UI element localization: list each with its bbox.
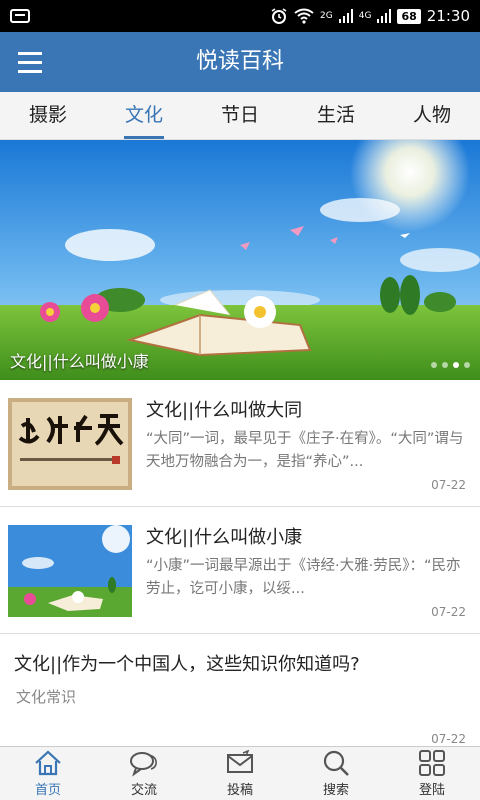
network-label-1: 2G: [320, 10, 333, 21]
nav-search[interactable]: 搜索: [288, 747, 384, 800]
carousel-indicators: [431, 362, 470, 368]
nav-home-label: 首页: [34, 783, 61, 798]
nav-search-label: 搜索: [322, 783, 349, 798]
news-date: 07-22: [431, 732, 466, 746]
tab-festival[interactable]: 节日: [192, 92, 288, 139]
nav-login-label: 登陆: [418, 783, 445, 798]
home-icon: [35, 750, 61, 776]
news-list: 文化||什么叫做大同 “大同”一词，最早见于《庄子·在宥》。“大同”谓与天地万物…: [0, 380, 480, 746]
app-title: 悦读百科: [195, 49, 284, 74]
news-summary: “大同”一词，最早见于《庄子·在宥》。“大同”谓与天地万物融合为一，是指“养心”…: [146, 431, 464, 470]
carousel-dot: [431, 362, 437, 368]
tab-culture[interactable]: 文化: [96, 92, 192, 139]
wifi-icon: [294, 8, 314, 24]
news-item[interactable]: 文化||什么叫做小康 “小康”一词最早源出于《诗经·大雅·劳民》：“民亦劳止，讫…: [0, 507, 480, 634]
news-item[interactable]: 文化||作为一个中国人，这些知识你知道吗? 文化常识 07-22: [0, 634, 480, 746]
news-title: 文化||什么叫做大同: [146, 400, 303, 421]
news-date: 07-22: [431, 605, 466, 619]
chat-icon: [130, 752, 157, 777]
battery-level: 68: [397, 8, 421, 24]
tab-photography[interactable]: 摄影: [0, 92, 96, 139]
app-header: 悦读百科: [0, 32, 480, 92]
carousel-dot-active: [453, 362, 459, 368]
news-title: 文化||作为一个中国人，这些知识你知道吗?: [14, 654, 360, 675]
news-date: 07-22: [431, 478, 466, 492]
nav-submit[interactable]: 投稿: [192, 747, 288, 800]
network-label-2: 4G: [358, 10, 372, 21]
nav-submit-label: 投稿: [226, 783, 253, 798]
banner-image: [0, 140, 480, 380]
carousel-dot: [464, 362, 470, 368]
alarm-icon: [271, 8, 287, 24]
tab-life[interactable]: 生活: [288, 92, 384, 139]
news-category: 文化常识: [16, 688, 77, 706]
tab-people[interactable]: 人物: [384, 92, 480, 139]
banner-carousel[interactable]: 文化||什么叫做小康: [0, 140, 480, 380]
banner-caption: 文化||什么叫做小康: [10, 352, 149, 371]
nav-login[interactable]: 登陆: [384, 747, 480, 800]
carousel-dot: [442, 362, 448, 368]
clock: 21:30: [426, 7, 470, 25]
category-tabs: 摄影 文化 节日 生活 人物: [0, 92, 480, 140]
news-summary: “小康”一词最早源出于《诗经·大雅·劳民》：“民亦劳止，讫可小康，以绥...: [146, 558, 461, 597]
nav-chat-label: 交流: [130, 783, 157, 798]
news-thumbnail-calligraphy: [8, 398, 132, 490]
news-thumbnail-meadow: [8, 525, 132, 617]
grid-icon: [419, 750, 445, 776]
status-bar: 2G 4G 68 21:30: [0, 0, 480, 32]
search-icon: [323, 750, 349, 776]
mail-icon: [227, 749, 253, 773]
message-icon: [10, 9, 30, 23]
signal-icon-2: [377, 9, 392, 23]
menu-icon[interactable]: [0, 32, 60, 92]
news-item[interactable]: 文化||什么叫做大同 “大同”一词，最早见于《庄子·在宥》。“大同”谓与天地万物…: [0, 380, 480, 507]
bottom-nav: 首页 交流 投稿 搜索 登陆: [0, 746, 480, 800]
nav-chat[interactable]: 交流: [96, 747, 192, 800]
nav-home[interactable]: 首页: [0, 747, 96, 800]
news-title: 文化||什么叫做小康: [146, 527, 303, 548]
signal-icon-1: [338, 9, 353, 23]
